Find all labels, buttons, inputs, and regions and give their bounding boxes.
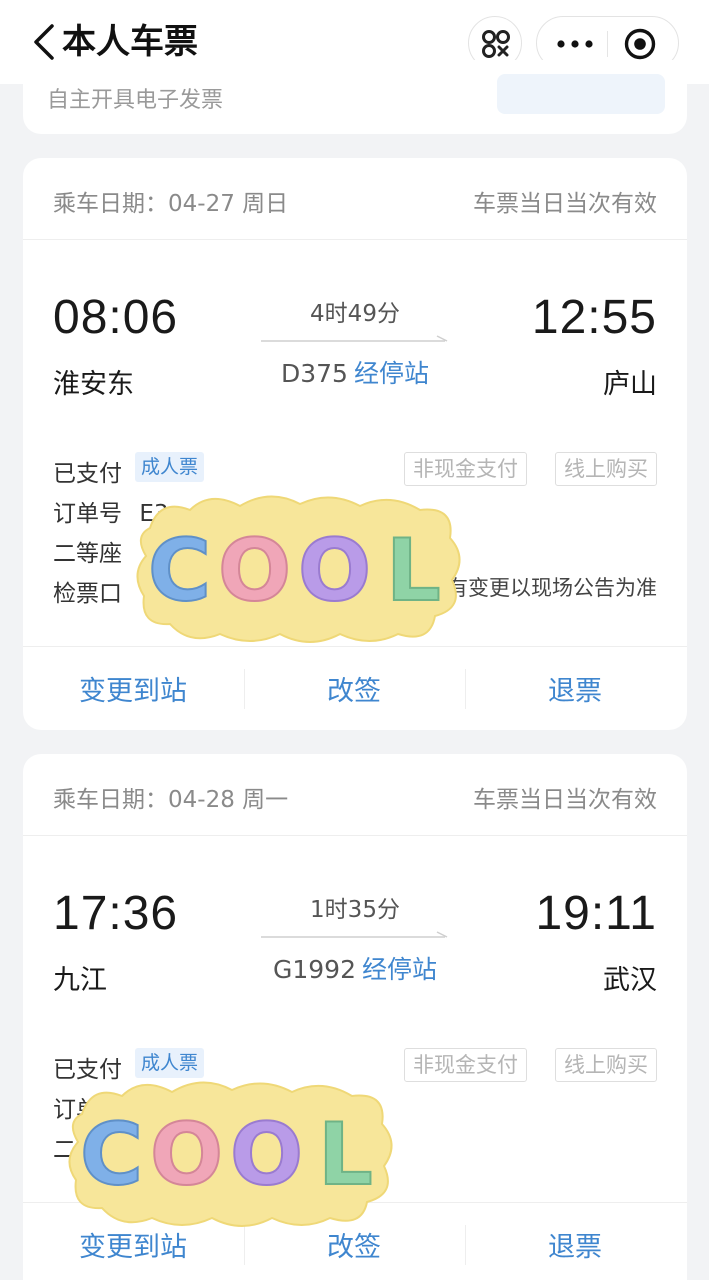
non-cash-tag: 非现金支付	[404, 1048, 527, 1082]
travel-duration: 4时49分	[310, 301, 400, 327]
order-label: 订单号	[53, 501, 122, 527]
sticker-letter: O	[298, 521, 371, 621]
arrow-right-icon	[261, 335, 448, 342]
change-station-button[interactable]: 变更到站	[23, 669, 243, 708]
departure-time: 17:36	[53, 887, 179, 940]
sticker-letter: O	[150, 1105, 223, 1205]
validity-note: 车票当日当次有效	[473, 787, 657, 813]
ticket-actions: 变更到站 改签 退票	[23, 646, 687, 730]
sticker-letter: O	[230, 1105, 303, 1205]
train-info: D375 经停站	[223, 354, 487, 390]
seat-class: 二等座	[53, 541, 122, 567]
invoice-text: 自主开具电子发票	[47, 88, 224, 113]
cool-sticker: C O O L	[68, 1081, 393, 1227]
sticker-letter: C	[80, 1105, 143, 1205]
invoice-action-pill[interactable]	[497, 74, 665, 114]
arrival-time: 12:55	[531, 291, 657, 344]
validity-note: 车票当日当次有效	[473, 191, 657, 217]
train-info: G1992 经停站	[223, 950, 487, 986]
ticket-card-header: 乘车日期：04-28 周一 车票当日当次有效	[23, 754, 687, 836]
travel-date: 乘车日期：04-28 周一	[53, 787, 289, 813]
ticket-type-badge: 成人票	[135, 452, 205, 482]
payment-status: 已支付	[53, 461, 122, 487]
invoice-card[interactable]: 自主开具电子发票	[23, 60, 687, 134]
travel-date: 乘车日期：04-27 周日	[53, 191, 289, 217]
arrival-station: 庐山	[603, 369, 657, 400]
sticker-letter: L	[386, 521, 441, 621]
chevron-left-icon[interactable]	[30, 22, 60, 62]
travel-duration: 1时35分	[310, 897, 400, 923]
gate-note: 有变更以现场公告为准	[447, 576, 657, 600]
online-purchase-tag: 线上购买	[555, 452, 657, 486]
sticker-letter: L	[318, 1105, 373, 1205]
arrival-station: 武汉	[603, 965, 657, 996]
gate-label: 检票口	[53, 581, 122, 607]
cool-sticker: C O O L	[136, 495, 461, 643]
departure-station: 九江	[53, 965, 107, 996]
reschedule-button[interactable]: 改签	[244, 669, 464, 708]
stops-link[interactable]: 经停站	[362, 955, 437, 984]
sticker-letter: O	[218, 521, 291, 621]
departure-time: 08:06	[53, 291, 179, 344]
online-purchase-tag: 线上购买	[555, 1048, 657, 1082]
train-number: G1992	[272, 955, 356, 984]
ticket-card-header: 乘车日期：04-27 周日 车票当日当次有效	[23, 158, 687, 240]
stops-link[interactable]: 经停站	[354, 359, 429, 388]
capsule-divider	[607, 31, 608, 57]
refund-button[interactable]: 退票	[465, 1225, 685, 1264]
page-title: 本人车票	[62, 22, 198, 62]
more-dots-icon[interactable]	[555, 37, 595, 51]
sticker-letter: C	[148, 521, 211, 621]
target-circle-icon[interactable]	[623, 27, 657, 61]
arrow-right-icon	[261, 931, 448, 938]
train-number: D375	[281, 359, 348, 388]
non-cash-tag: 非现金支付	[404, 452, 527, 486]
arrival-time: 19:11	[535, 887, 657, 940]
departure-station: 淮安东	[53, 369, 134, 400]
refund-button[interactable]: 退票	[465, 669, 685, 708]
